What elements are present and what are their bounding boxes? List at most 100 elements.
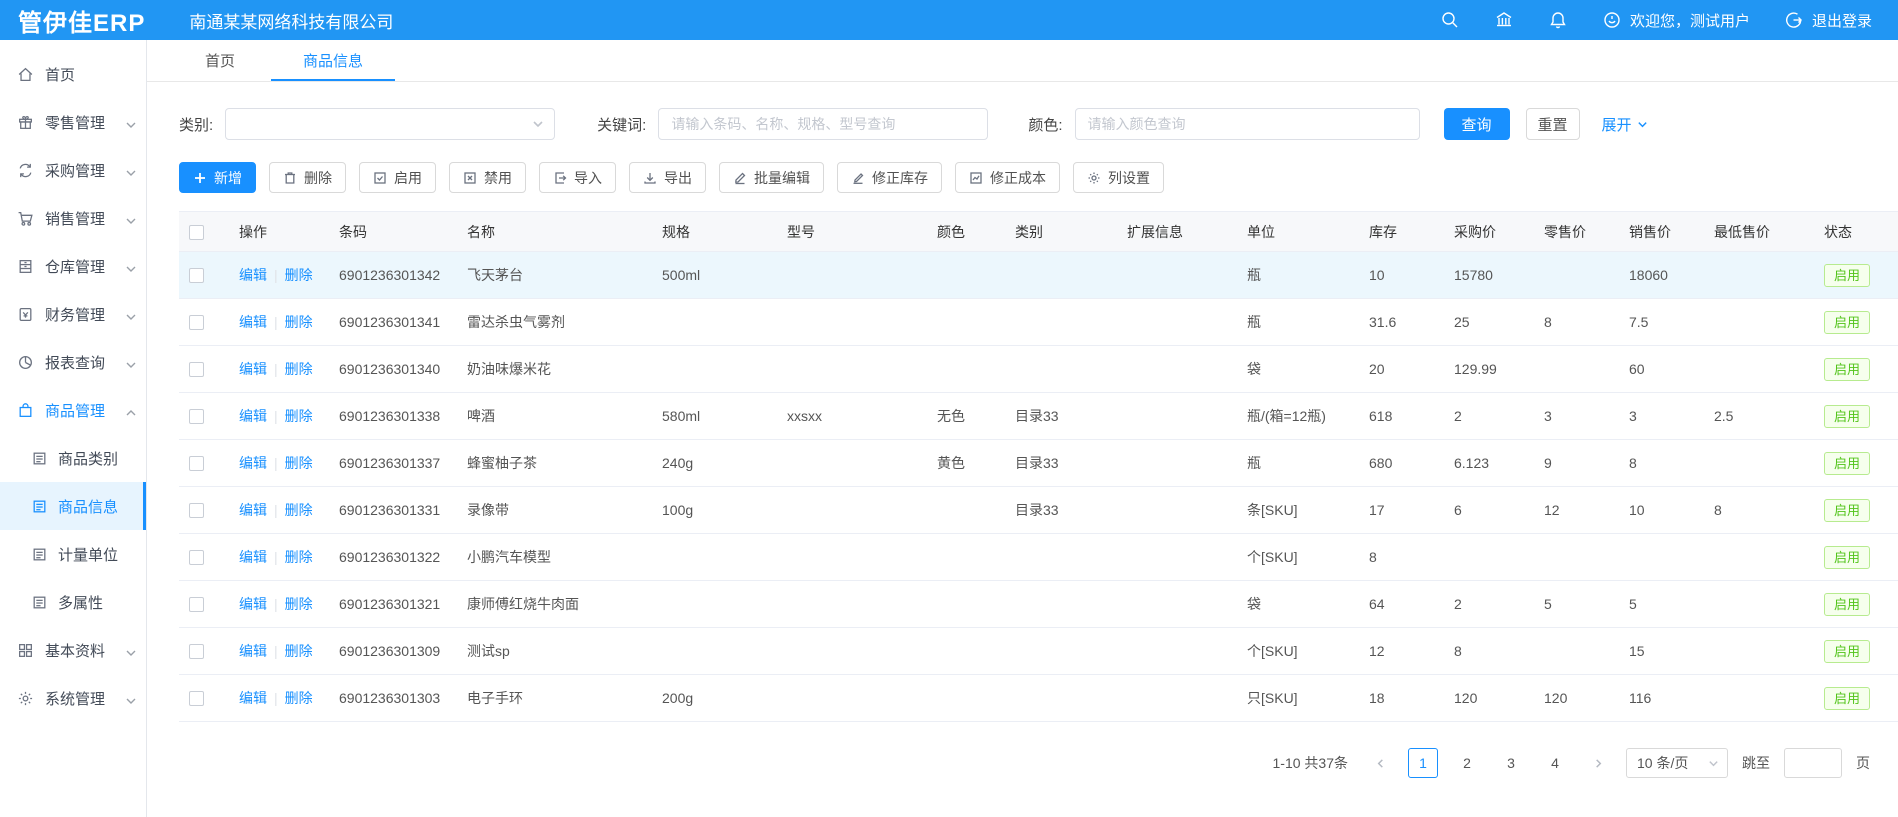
edit-link[interactable]: 编辑 (239, 455, 267, 471)
reset-button[interactable]: 重置 (1526, 108, 1580, 140)
edit-link[interactable]: 编辑 (239, 643, 267, 659)
category-select[interactable] (225, 108, 555, 140)
enable-button[interactable]: 启用 (359, 162, 436, 193)
delete-link[interactable]: 删除 (285, 267, 313, 283)
list-doc-icon (31, 546, 48, 563)
row-checkbox[interactable] (189, 691, 204, 706)
sidebar-item-purchase[interactable]: 采购管理 (0, 146, 146, 194)
edit-link[interactable]: 编辑 (239, 408, 267, 424)
page-number-button[interactable]: 1 (1408, 748, 1438, 778)
export-button[interactable]: 导出 (629, 162, 706, 193)
jump-to-input[interactable] (1784, 748, 1842, 778)
edit-link[interactable]: 编辑 (239, 549, 267, 565)
col-barcode: 条码 (329, 212, 457, 252)
prev-page-button[interactable] (1366, 748, 1394, 778)
next-page-button[interactable] (1584, 748, 1612, 778)
cell-retail-price (1534, 628, 1619, 675)
row-checkbox[interactable] (189, 503, 204, 518)
sidebar-item-sales[interactable]: 销售管理 (0, 194, 146, 242)
cell-barcode: 6901236301341 (329, 299, 457, 346)
cell-ext-info (1117, 581, 1237, 628)
edit-link[interactable]: 编辑 (239, 502, 267, 518)
sidebar-item-home[interactable]: 首页 (0, 50, 146, 98)
cell-barcode: 6901236301338 (329, 393, 457, 440)
row-checkbox[interactable] (189, 644, 204, 659)
tab-home[interactable]: 首页 (199, 40, 241, 81)
sidebar-item-attributes[interactable]: 多属性 (0, 578, 146, 626)
row-checkbox[interactable] (189, 456, 204, 471)
page-size-select[interactable]: 10 条/页 (1626, 748, 1728, 778)
delete-link[interactable]: 删除 (285, 408, 313, 424)
sidebar-item-retail[interactable]: 零售管理 (0, 98, 146, 146)
cell-unit: 袋 (1237, 581, 1359, 628)
cell-spec: 580ml (652, 393, 777, 440)
row-checkbox[interactable] (189, 315, 204, 330)
edit-link[interactable]: 编辑 (239, 267, 267, 283)
delete-link[interactable]: 删除 (285, 690, 313, 706)
cell-min-price: 8 (1704, 487, 1814, 534)
delete-link[interactable]: 删除 (285, 596, 313, 612)
fix-stock-button[interactable]: 修正库存 (837, 162, 942, 193)
edit-link[interactable]: 编辑 (239, 690, 267, 706)
category-label: 类别: (179, 114, 213, 135)
column-settings-button[interactable]: 列设置 (1073, 162, 1164, 193)
cell-sale-price: 8 (1619, 440, 1704, 487)
delete-link[interactable]: 删除 (285, 549, 313, 565)
bell-icon[interactable] (1548, 10, 1568, 30)
edit-link[interactable]: 编辑 (239, 596, 267, 612)
row-checkbox[interactable] (189, 597, 204, 612)
sidebar-item-finance[interactable]: 财务管理 (0, 290, 146, 338)
chevron-down-icon (126, 645, 136, 655)
edit-link[interactable]: 编辑 (239, 361, 267, 377)
fix-cost-button[interactable]: 修正成本 (955, 162, 1060, 193)
cell-stock: 8 (1359, 534, 1444, 581)
table-row: 编辑|删除 6901236301303 电子手环 200g 只[SKU] 18 … (179, 675, 1898, 722)
delete-link[interactable]: 删除 (285, 502, 313, 518)
pagination-total: 1-10 共37条 (1273, 753, 1348, 773)
row-checkbox[interactable] (189, 268, 204, 283)
select-all-checkbox[interactable] (189, 225, 204, 240)
home-building-icon[interactable] (1494, 10, 1514, 30)
edit-link[interactable]: 编辑 (239, 314, 267, 330)
batch-edit-button[interactable]: 批量编辑 (719, 162, 824, 193)
delete-link[interactable]: 删除 (285, 361, 313, 377)
cell-category (1005, 299, 1117, 346)
sidebar-item-warehouse[interactable]: 仓库管理 (0, 242, 146, 290)
sidebar-item-goods-info[interactable]: 商品信息 (0, 482, 146, 530)
row-checkbox[interactable] (189, 362, 204, 377)
delete-link[interactable]: 删除 (285, 314, 313, 330)
page-number-button[interactable]: 2 (1452, 748, 1482, 778)
cell-ext-info (1117, 346, 1237, 393)
sidebar-item-reports[interactable]: 报表查询 (0, 338, 146, 386)
page-number-button[interactable]: 3 (1496, 748, 1526, 778)
search-icon[interactable] (1440, 10, 1460, 30)
sidebar-item-system[interactable]: 系统管理 (0, 674, 146, 722)
cell-purchase-price: 6.123 (1444, 440, 1534, 487)
color-input[interactable] (1075, 108, 1420, 140)
logout-button[interactable]: 退出登录 (1784, 10, 1872, 31)
row-checkbox[interactable] (189, 409, 204, 424)
delete-link[interactable]: 删除 (285, 455, 313, 471)
expand-toggle[interactable]: 展开 (1602, 114, 1648, 135)
x-square-icon (463, 171, 477, 185)
import-button[interactable]: 导入 (539, 162, 616, 193)
add-button[interactable]: 新增 (179, 162, 256, 193)
welcome-user[interactable]: 欢迎您，测试用户 (1602, 10, 1750, 31)
cell-category (1005, 252, 1117, 299)
tab-goods-info[interactable]: 商品信息 (297, 40, 369, 81)
page-number-button[interactable]: 4 (1540, 748, 1570, 778)
disable-button[interactable]: 禁用 (449, 162, 526, 193)
sidebar-item-goods[interactable]: 商品管理 (0, 386, 146, 434)
delete-button[interactable]: 删除 (269, 162, 346, 193)
cell-sale-price: 18060 (1619, 252, 1704, 299)
search-button[interactable]: 查询 (1444, 108, 1510, 140)
delete-link[interactable]: 删除 (285, 643, 313, 659)
cell-ext-info (1117, 675, 1237, 722)
keyword-input[interactable] (658, 108, 988, 140)
sidebar-item-goods-category[interactable]: 商品类别 (0, 434, 146, 482)
cell-purchase-price: 2 (1444, 581, 1534, 628)
sidebar-item-units[interactable]: 计量单位 (0, 530, 146, 578)
row-checkbox[interactable] (189, 550, 204, 565)
sidebar-item-basic-data[interactable]: 基本资料 (0, 626, 146, 674)
keyword-label: 关键词: (597, 114, 646, 135)
